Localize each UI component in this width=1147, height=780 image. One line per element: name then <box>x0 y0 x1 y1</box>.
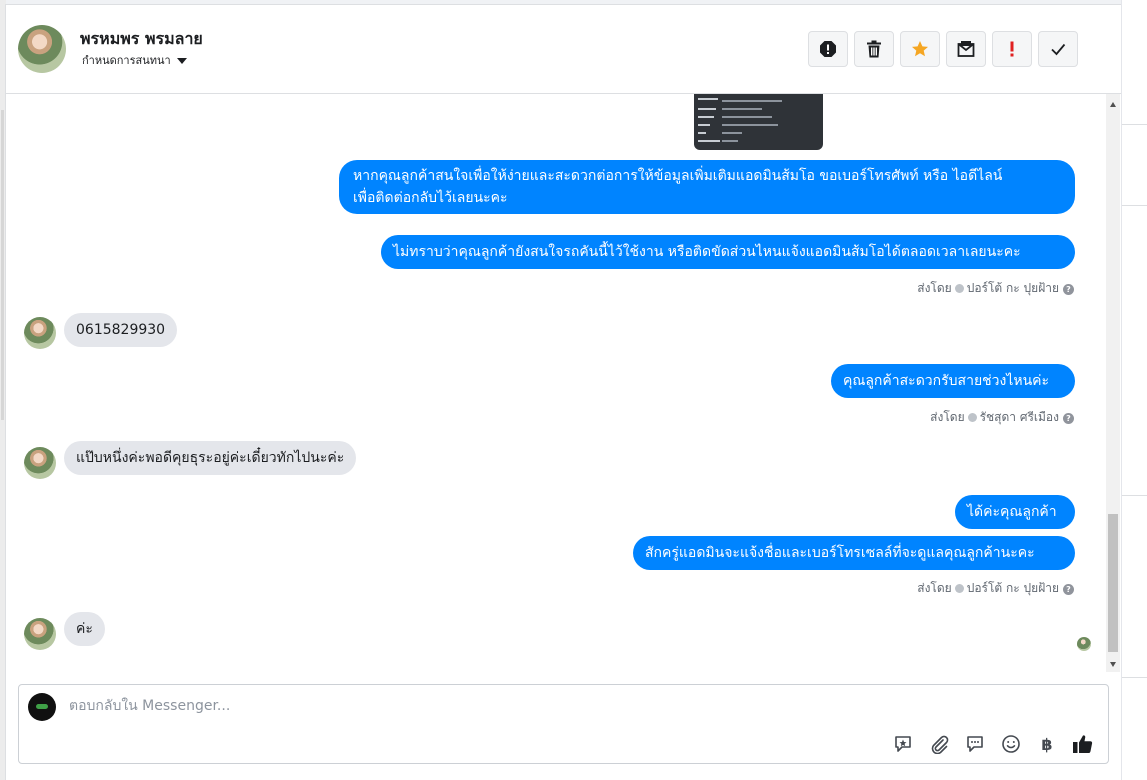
contact-name[interactable]: พรหมพร พรมลาย <box>80 27 203 52</box>
emoji-icon <box>1002 735 1020 753</box>
composer-toolbar: ฿ <box>892 733 1094 755</box>
incoming-message[interactable]: แป๊บหนึ่งค่ะพอดีคุยธุระอยู่ค่ะเดี๋ยวทักไ… <box>64 441 357 475</box>
sent-by-agent: ปอร์โต้ กะ ปุยฝ้าย <box>966 581 1059 595</box>
contact-avatar-small[interactable] <box>24 317 56 349</box>
agent-avatar-icon <box>954 584 964 593</box>
contact-avatar[interactable] <box>18 25 66 73</box>
check-done-icon <box>1051 43 1066 56</box>
message-text: 0615829930 <box>76 322 166 338</box>
help-icon[interactable]: ? <box>1063 284 1074 295</box>
right-side-panel-edge <box>1121 0 1147 780</box>
conversation-actions <box>808 31 1078 67</box>
outgoing-message[interactable]: ไม่ทราบว่าคุณลูกค้ายังสนใจรถคันนี้ไว้ใช้… <box>381 235 1075 269</box>
conversation-panel: พรหมพร พรมลาย กำหนดการสนทนา หากคุณลูกค้า… <box>5 4 1121 780</box>
sent-by-label: ส่งโดย ปอร์โต้ กะ ปุยฝ้าย? <box>917 279 1074 298</box>
sent-by-agent: รัชสุดา ศรีเมือง <box>979 410 1059 424</box>
send-like-button[interactable] <box>1072 733 1094 755</box>
sent-by-prefix: ส่งโดย <box>917 581 952 595</box>
saved-reply-icon <box>967 736 983 752</box>
quick-reply-button[interactable] <box>892 733 914 755</box>
contact-avatar-small[interactable] <box>24 447 56 479</box>
shared-image-attachment[interactable] <box>694 94 823 150</box>
outgoing-message[interactable]: หากคุณลูกค้าสนใจเพื่อให้ง่ายและสะดวกต่อก… <box>339 160 1075 214</box>
mark-unread-icon <box>957 41 975 57</box>
caret-down-icon <box>176 58 187 64</box>
trash-icon <box>867 40 881 58</box>
thread-scrollbar-thumb[interactable] <box>1108 514 1118 652</box>
message-text: คุณลูกค้าสะดวกรับสายช่วงไหนค่ะ <box>843 373 1050 389</box>
saved-replies-button[interactable] <box>964 733 986 755</box>
reply-input[interactable] <box>67 697 871 715</box>
message-text: ค่ะ <box>76 621 93 637</box>
agent-avatar-icon <box>967 413 977 422</box>
sent-by-label: ส่งโดย ปอร์โต้ กะ ปุยฝ้าย? <box>917 579 1074 598</box>
sent-by-prefix: ส่งโดย <box>930 410 965 424</box>
left-scrollbar-thumb[interactable] <box>1 110 4 420</box>
outgoing-message[interactable]: สักครู่แอดมินจะแจ้งชื่อและเบอร์โทรเซลล์ท… <box>633 536 1075 570</box>
message-text: หากคุณลูกค้าสนใจเพื่อให้ง่ายและสะดวกต่อก… <box>353 168 1003 184</box>
sent-by-agent: ปอร์โต้ กะ ปุยฝ้าย <box>966 281 1059 295</box>
sent-by-label: ส่งโดย รัชสุดา ศรีเมือง? <box>930 408 1074 427</box>
outgoing-message[interactable]: ได้ค่ะคุณลูกค้า <box>955 495 1075 529</box>
emoji-button[interactable] <box>1000 733 1022 755</box>
star-button[interactable] <box>900 31 940 67</box>
message-text: ได้ค่ะคุณลูกค้า <box>967 504 1057 520</box>
thread-scrollbar[interactable] <box>1106 94 1120 672</box>
scroll-up-arrow-icon[interactable] <box>1110 102 1116 107</box>
mark-unread-button[interactable] <box>946 31 986 67</box>
outgoing-message[interactable]: คุณลูกค้าสะดวกรับสายช่วงไหนค่ะ <box>831 364 1075 398</box>
assign-conversation-dropdown[interactable]: กำหนดการสนทนา <box>82 51 187 69</box>
help-icon[interactable]: ? <box>1063 413 1074 424</box>
spam-alert-icon <box>820 41 836 57</box>
mark-done-button[interactable] <box>1038 31 1078 67</box>
contact-avatar-small[interactable] <box>24 618 56 650</box>
attachment-icon <box>931 735 949 754</box>
thumbs-up-icon <box>1073 735 1093 753</box>
message-text: สักครู่แอดมินจะแจ้งชื่อและเบอร์โทรเซลล์ท… <box>645 545 1035 561</box>
scroll-down-arrow-icon[interactable] <box>1110 662 1116 667</box>
reply-composer: ฿ <box>18 684 1109 764</box>
incoming-message[interactable]: 0615829930 <box>64 313 178 347</box>
important-button[interactable] <box>992 31 1032 67</box>
incoming-message[interactable]: ค่ะ <box>64 612 105 646</box>
messenger-inbox-window: พรหมพร พรมลาย กำหนดการสนทนา หากคุณลูกค้า… <box>0 0 1147 780</box>
star-icon <box>912 41 928 57</box>
agent-avatar-icon <box>954 284 964 293</box>
payment-button[interactable]: ฿ <box>1036 733 1058 755</box>
conversation-header: พรหมพร พรมลาย กำหนดการสนทนา <box>6 5 1121 94</box>
help-icon[interactable]: ? <box>1063 584 1074 595</box>
delete-button[interactable] <box>854 31 894 67</box>
sent-by-prefix: ส่งโดย <box>917 281 952 295</box>
message-text: แป๊บหนึ่งค่ะพอดีคุยธุระอยู่ค่ะเดี๋ยวทักไ… <box>76 450 345 466</box>
message-text: ไม่ทราบว่าคุณลูกค้ายังสนใจรถคันนี้ไว้ใช้… <box>393 244 1021 260</box>
important-icon <box>1010 41 1014 57</box>
assign-conversation-label: กำหนดการสนทนา <box>82 54 171 67</box>
message-thread[interactable]: หากคุณลูกค้าสนใจเพื่อให้ง่ายและสะดวกต่อก… <box>6 94 1106 672</box>
message-text-line2: เพื่อติดต่อกลับไว้เลยนะคะ <box>353 190 508 206</box>
quick-reply-icon <box>895 736 911 752</box>
spam-button[interactable] <box>808 31 848 67</box>
baht-icon: ฿ <box>1041 734 1053 754</box>
page-avatar <box>28 693 56 721</box>
attach-file-button[interactable] <box>928 733 950 755</box>
seen-indicator-avatar <box>1077 637 1091 651</box>
